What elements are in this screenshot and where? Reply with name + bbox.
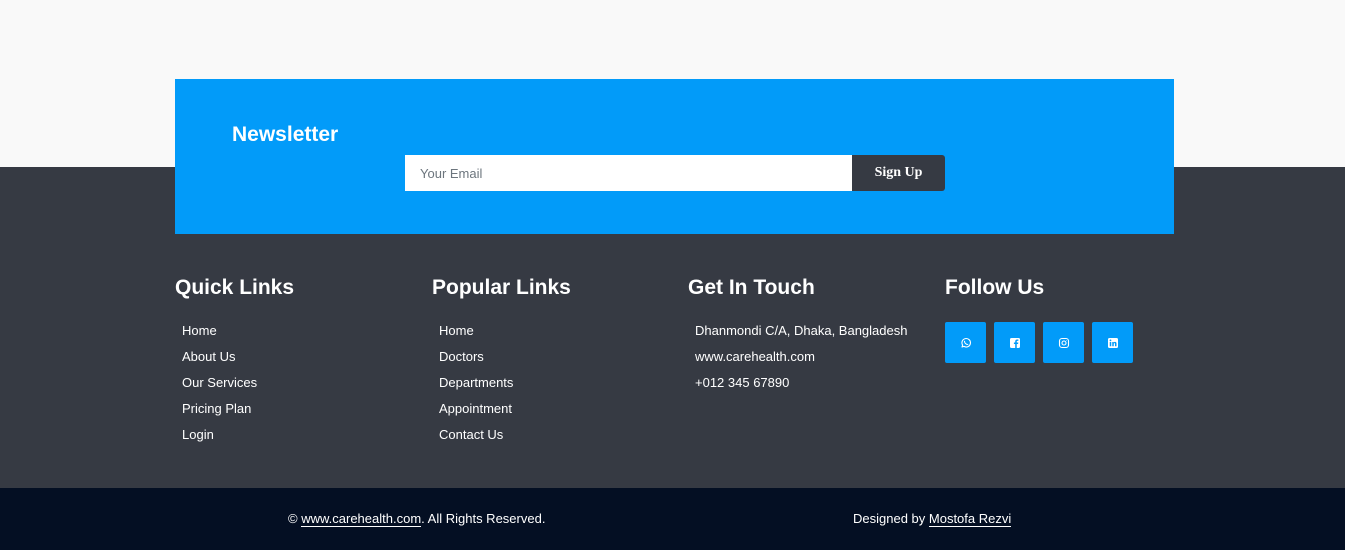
get-in-touch-column: Get In Touch Dhanmondi C/A, Dhaka, Bangl… — [688, 274, 907, 401]
quick-link-pricing-plan[interactable]: Pricing Plan — [182, 401, 251, 416]
copyright-site-link[interactable]: www.carehealth.com — [301, 511, 422, 527]
popular-link-departments[interactable]: Departments — [439, 375, 513, 390]
popular-link-contact-us[interactable]: Contact Us — [439, 427, 503, 442]
designer-link[interactable]: Mostofa Rezvi — [928, 511, 1012, 527]
quick-link-item: Pricing Plan — [182, 401, 294, 427]
newsletter-title: Newsletter — [232, 123, 339, 146]
newsletter-form: Sign Up — [405, 155, 945, 191]
contact-phone: +012 345 67890 — [695, 375, 790, 390]
popular-link-item: Doctors — [439, 349, 571, 375]
designer-prefix: Designed by — [853, 511, 929, 526]
popular-links-title: Popular Links — [432, 276, 571, 299]
popular-link-item: Contact Us — [439, 427, 571, 453]
popular-links-column: Popular Links Home Doctors Departments A… — [432, 274, 571, 453]
quick-links-column: Quick Links Home About Us Our Services P… — [175, 274, 294, 453]
whatsapp-icon — [960, 337, 971, 348]
designer-credit: Designed by Mostofa Rezvi — [853, 511, 1012, 527]
popular-link-home[interactable]: Home — [439, 323, 474, 338]
linkedin-icon — [1107, 337, 1118, 348]
quick-link-item: About Us — [182, 349, 294, 375]
newsletter-section: Newsletter Sign Up — [175, 79, 1174, 234]
bottom-bar: © www.carehealth.com. All Rights Reserve… — [0, 488, 1345, 550]
email-input[interactable] — [405, 155, 852, 191]
linkedin-button[interactable] — [1092, 322, 1133, 363]
facebook-icon — [1009, 337, 1020, 348]
follow-us-title: Follow Us — [945, 276, 1045, 299]
copyright-rights: . All Rights Reserved. — [421, 511, 546, 526]
quick-link-our-services[interactable]: Our Services — [182, 375, 257, 390]
quick-link-item: Our Services — [182, 375, 294, 401]
get-in-touch-title: Get In Touch — [688, 276, 815, 299]
social-buttons — [945, 322, 1133, 363]
instagram-button[interactable] — [1043, 322, 1084, 363]
follow-us-column: Follow Us — [945, 274, 1133, 363]
copyright-symbol: © — [288, 511, 302, 526]
quick-link-item: Login — [182, 427, 294, 453]
quick-link-home[interactable]: Home — [182, 323, 217, 338]
contact-address: Dhanmondi C/A, Dhaka, Bangladesh — [695, 323, 908, 338]
popular-link-item: Home — [439, 323, 571, 349]
popular-link-appointment[interactable]: Appointment — [439, 401, 512, 416]
facebook-button[interactable] — [994, 322, 1035, 363]
quick-link-about-us[interactable]: About Us — [182, 349, 235, 364]
instagram-icon — [1058, 337, 1069, 348]
quick-link-login[interactable]: Login — [182, 427, 214, 442]
popular-link-item: Appointment — [439, 401, 571, 427]
sign-up-button[interactable]: Sign Up — [852, 155, 945, 191]
copyright-text: © www.carehealth.com. All Rights Reserve… — [288, 511, 546, 527]
popular-link-item: Departments — [439, 375, 571, 401]
contact-website: www.carehealth.com — [695, 349, 815, 364]
quick-link-item: Home — [182, 323, 294, 349]
popular-link-doctors[interactable]: Doctors — [439, 349, 484, 364]
whatsapp-button[interactable] — [945, 322, 986, 363]
quick-links-title: Quick Links — [175, 276, 295, 299]
